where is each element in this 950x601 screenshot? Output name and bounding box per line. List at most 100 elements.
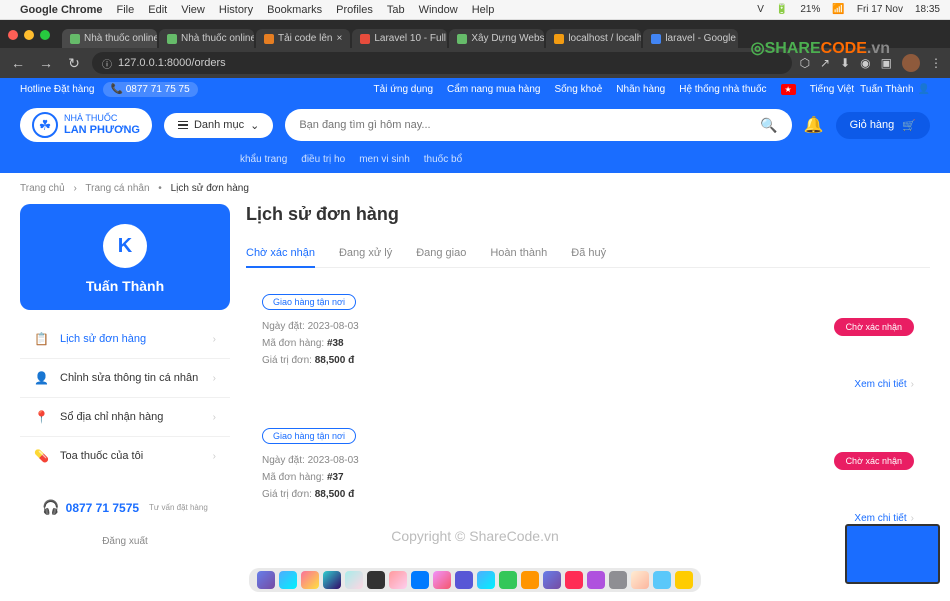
breadcrumb-home[interactable]: Trang chủ [20,183,65,194]
extension2-icon[interactable]: ◉ [860,56,870,70]
menu-file[interactable]: File [117,4,135,16]
order-date-label: Ngày đặt: [262,321,305,332]
dock-app[interactable] [499,571,517,589]
toplink-brands[interactable]: Nhãn hàng [616,84,665,95]
order-status-button[interactable]: Chờ xác nhận [834,318,914,336]
dock-app[interactable] [477,571,495,589]
toplink-guide[interactable]: Cẩm nang mua hàng [447,84,540,95]
quicklink[interactable]: khẩu trang [240,154,287,165]
browser-tab[interactable]: Laravel 10 - Full so...× [352,29,447,48]
menu-view[interactable]: View [181,4,205,16]
share-icon[interactable]: ↗ [820,56,830,70]
tab-title: localhost / localhos... [568,33,641,44]
dock-app[interactable] [323,571,341,589]
window-minimize[interactable] [24,30,34,40]
browser-tab[interactable]: Xây Dựng Website l...× [449,29,544,48]
tab-title: Nhà thuốc online | L... [181,33,254,44]
dock-app[interactable] [433,571,451,589]
extension3-icon[interactable]: ▣ [881,56,892,70]
category-button[interactable]: Danh mục ⌄ [164,113,273,138]
forward-button[interactable]: → [36,55,56,71]
search-input[interactable] [299,119,760,131]
url-text: 127.0.0.1:8000/orders [118,57,226,69]
sidebar-item-orders[interactable]: 📋 Lịch sử đơn hàng › [20,320,230,359]
toplink-app[interactable]: Tải ứng dụng [374,84,434,95]
quicklink[interactable]: men vi sinh [359,154,410,165]
download-icon[interactable]: ⬇ [840,56,850,70]
menu-bookmarks[interactable]: Bookmarks [267,4,322,16]
dock-app[interactable] [257,571,275,589]
dock-app[interactable] [411,571,429,589]
menu-profiles[interactable]: Profiles [336,4,373,16]
menu-help[interactable]: Help [472,4,495,16]
menu-edit[interactable]: Edit [148,4,167,16]
dock-app[interactable] [279,571,297,589]
status-v: V [757,4,764,15]
hotline-phone[interactable]: 📞 0877 71 75 75 [103,82,198,97]
profile-avatar-icon[interactable] [902,54,920,72]
quicklink[interactable]: thuốc bổ [424,154,462,165]
dock-app[interactable] [543,571,561,589]
tab-processing[interactable]: Đang xử lý [339,239,392,267]
order-date: 2023-08-03 [308,321,359,332]
dock-app[interactable] [587,571,605,589]
cart-button[interactable]: Giỏ hàng 🛒 [836,112,930,139]
sidebar-item-label: Chỉnh sửa thông tin cá nhân [60,372,198,384]
sidebar-item-label: Sổ địa chỉ nhận hàng [60,411,163,423]
sidebar-item-prescription[interactable]: 💊 Toa thuốc của tôi › [20,437,230,475]
dock-app[interactable] [653,571,671,589]
toplink-health[interactable]: Sống khoẻ [554,84,602,95]
order-total: 88,500 đ [315,355,354,366]
dock-app[interactable] [367,571,385,589]
dock-app[interactable] [675,571,693,589]
tab-shipping[interactable]: Đang giao [416,239,466,267]
dock-app[interactable] [631,571,649,589]
address-bar[interactable]: ⓘ 127.0.0.1:8000/orders [92,52,792,74]
browser-tab[interactable]: localhost / localhos...× [546,29,641,48]
dock-app[interactable] [565,571,583,589]
quicklink[interactable]: điều trị ho [301,154,345,165]
notification-icon[interactable]: 🔔 [804,115,824,135]
support-phone[interactable]: 0877 71 7575 [66,501,139,515]
tab-cancelled[interactable]: Đã huỷ [571,239,606,267]
topbar-username[interactable]: Tuấn Thành [860,84,913,95]
dock-app[interactable] [301,571,319,589]
window-close[interactable] [8,30,18,40]
browser-tab[interactable]: Nhà thuốc online | L...× [159,29,254,48]
browser-tab[interactable]: Tải code lên× [256,29,350,48]
dock-app[interactable] [609,571,627,589]
search-bar[interactable]: 🔍 [285,109,791,141]
menu-history[interactable]: History [219,4,253,16]
logout-link[interactable]: Đăng xuất [34,536,216,547]
dock-app[interactable] [345,571,363,589]
dock-app[interactable] [389,571,407,589]
search-icon[interactable]: 🔍 [760,117,777,134]
breadcrumb-profile[interactable]: Trang cá nhân [85,183,149,194]
logo[interactable]: ☘ NHÀ THUỐC LAN PHƯƠNG [20,108,152,142]
dock-app[interactable] [521,571,539,589]
language-selector[interactable]: Tiếng Việt [810,84,854,95]
menu-window[interactable]: Window [419,4,458,16]
dock-app[interactable] [455,571,473,589]
toplink-stores[interactable]: Hệ thống nhà thuốc [679,84,766,95]
tab-completed[interactable]: Hoàn thành [490,239,547,267]
window-maximize[interactable] [40,30,50,40]
reload-button[interactable]: ↻ [64,55,84,72]
order-status-button[interactable]: Chờ xác nhận [834,452,914,470]
view-detail-link[interactable]: Xem chi tiết› [262,379,914,390]
app-name[interactable]: Google Chrome [20,4,103,16]
menu-icon[interactable]: ⋮ [930,56,942,70]
browser-tab[interactable]: Nhà thuốc online× [62,29,157,48]
back-button[interactable]: ← [8,55,28,71]
sidebar-item-label: Toa thuốc của tôi [60,450,143,462]
tab-title: Laravel 10 - Full so... [374,33,447,44]
sidebar-item-profile[interactable]: 👤 Chỉnh sửa thông tin cá nhân › [20,359,230,398]
tab-pending[interactable]: Chờ xác nhận [246,239,315,267]
browser-tab[interactable]: laravel - Google Tì...× [643,29,738,48]
sidebar-item-address[interactable]: 📍 Sổ địa chỉ nhận hàng › [20,398,230,437]
category-label: Danh mục [194,119,244,131]
view-detail-link[interactable]: Xem chi tiết› [262,513,914,524]
menu-tab[interactable]: Tab [387,4,405,16]
close-icon[interactable]: × [336,33,342,44]
extension-icon[interactable]: ⬡ [800,56,810,70]
